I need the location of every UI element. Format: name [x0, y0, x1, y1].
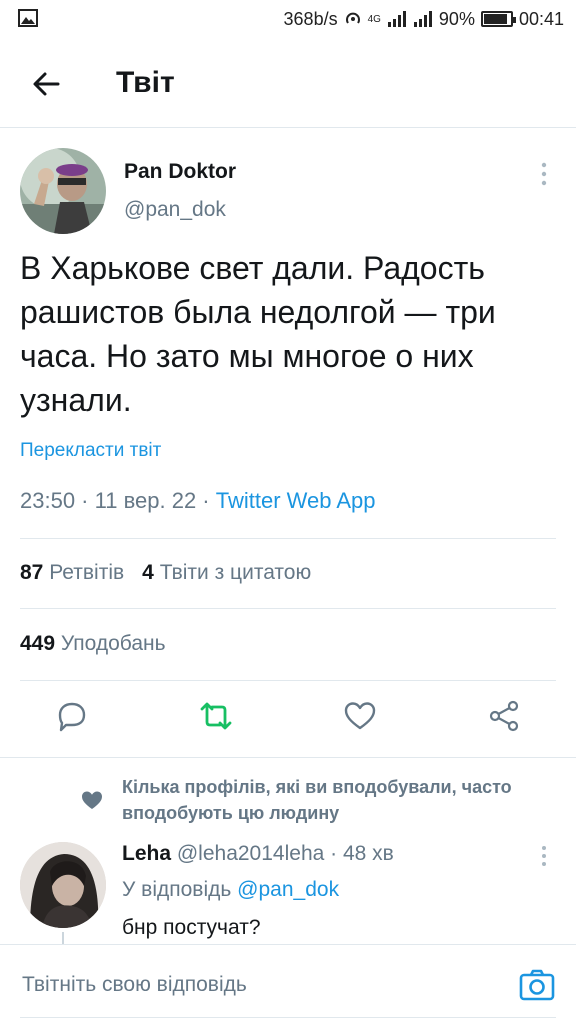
like-heart-icon[interactable] — [342, 698, 378, 734]
replying-to-label: У відповідь — [122, 878, 232, 901]
separator-dot: · — [324, 842, 343, 865]
reply-more-options-icon[interactable] — [534, 844, 554, 868]
reply-author-handle[interactable]: @leha2014leha — [177, 842, 324, 865]
reply-author-name[interactable]: Leha — [122, 842, 171, 865]
retweets-stat[interactable]: 87 Ретвітів — [20, 561, 124, 584]
more-options-icon[interactable] — [534, 160, 554, 188]
tweet-date: 11 вер. 22 — [94, 488, 197, 513]
separator-dot: · — [196, 488, 216, 513]
author-name[interactable]: Pan Doktor — [124, 160, 236, 184]
likes-count: 449 — [20, 632, 56, 655]
divider — [20, 608, 556, 609]
social-context-text: Кілька профілів, які ви вподобували, час… — [122, 777, 512, 823]
page-title: Твіт — [116, 66, 175, 99]
translate-tweet-link[interactable]: Перекласти твіт — [20, 440, 161, 462]
top-app-bar: Твіт — [0, 40, 576, 128]
signal-icon — [387, 11, 406, 27]
tweet-source[interactable]: Twitter Web App — [216, 488, 376, 513]
separator-dot: · — [75, 488, 95, 513]
heart-icon — [82, 791, 102, 809]
likes-stat[interactable]: 449 Уподобань — [20, 632, 166, 656]
divider — [20, 680, 556, 681]
author-avatar[interactable] — [20, 148, 106, 234]
reply-age: 48 хв — [342, 842, 394, 865]
network-speed: 368b/s — [283, 8, 338, 29]
battery-percent: 90% — [438, 8, 475, 29]
quotes-label: Твіти з цитатою — [159, 561, 312, 584]
back-arrow-icon[interactable] — [28, 66, 64, 102]
hotspot-icon — [345, 12, 360, 24]
reply-compose-bar: Твітніть свою відповідь — [0, 944, 576, 1024]
quotes-stat[interactable]: 4 Твіти з цитатою — [142, 561, 311, 584]
retweet-stats: 87 Ретвітів 4 Твіти з цитатою — [20, 561, 311, 585]
status-indicators: 368b/s 4G 90% 00:41 — [284, 6, 564, 32]
reply-input[interactable]: Твітніть свою відповідь — [22, 973, 247, 997]
status-bar: 368b/s 4G 90% 00:41 — [0, 0, 576, 40]
replying-to: У відповідь @pan_dok — [122, 878, 339, 902]
battery-icon — [480, 11, 516, 27]
image-notification-icon — [18, 9, 38, 27]
quotes-count: 4 — [142, 561, 154, 584]
clock: 00:41 — [518, 8, 564, 29]
tweet-time: 23:50 — [20, 488, 76, 513]
replying-to-mention[interactable]: @pan_dok — [237, 878, 339, 901]
reply-icon[interactable] — [54, 698, 90, 734]
reply-author-avatar[interactable] — [20, 842, 106, 928]
divider — [20, 538, 556, 539]
retweets-label: Ретвітів — [49, 561, 125, 584]
network-type: 4G — [367, 13, 381, 25]
signal-icon-2 — [413, 11, 432, 27]
battery-fill — [483, 14, 508, 24]
share-icon[interactable] — [486, 698, 522, 734]
reply-text: бнр постучат? — [122, 916, 261, 939]
likes-label: Уподобань — [60, 632, 166, 655]
tweet-metadata: 23:50 · 11 вер. 22 · Twitter Web App — [20, 488, 376, 514]
compose-underline — [20, 1017, 556, 1018]
author-handle[interactable]: @pan_dok — [124, 198, 226, 222]
reply-header: Leha @leha2014leha · 48 хв — [122, 842, 394, 866]
section-divider — [0, 757, 576, 758]
tweet-text: В Харькове свет дали. Радость рашистов б… — [20, 250, 496, 418]
retweet-icon[interactable] — [198, 698, 234, 734]
retweets-count: 87 — [20, 561, 44, 584]
camera-icon[interactable] — [518, 967, 556, 1003]
